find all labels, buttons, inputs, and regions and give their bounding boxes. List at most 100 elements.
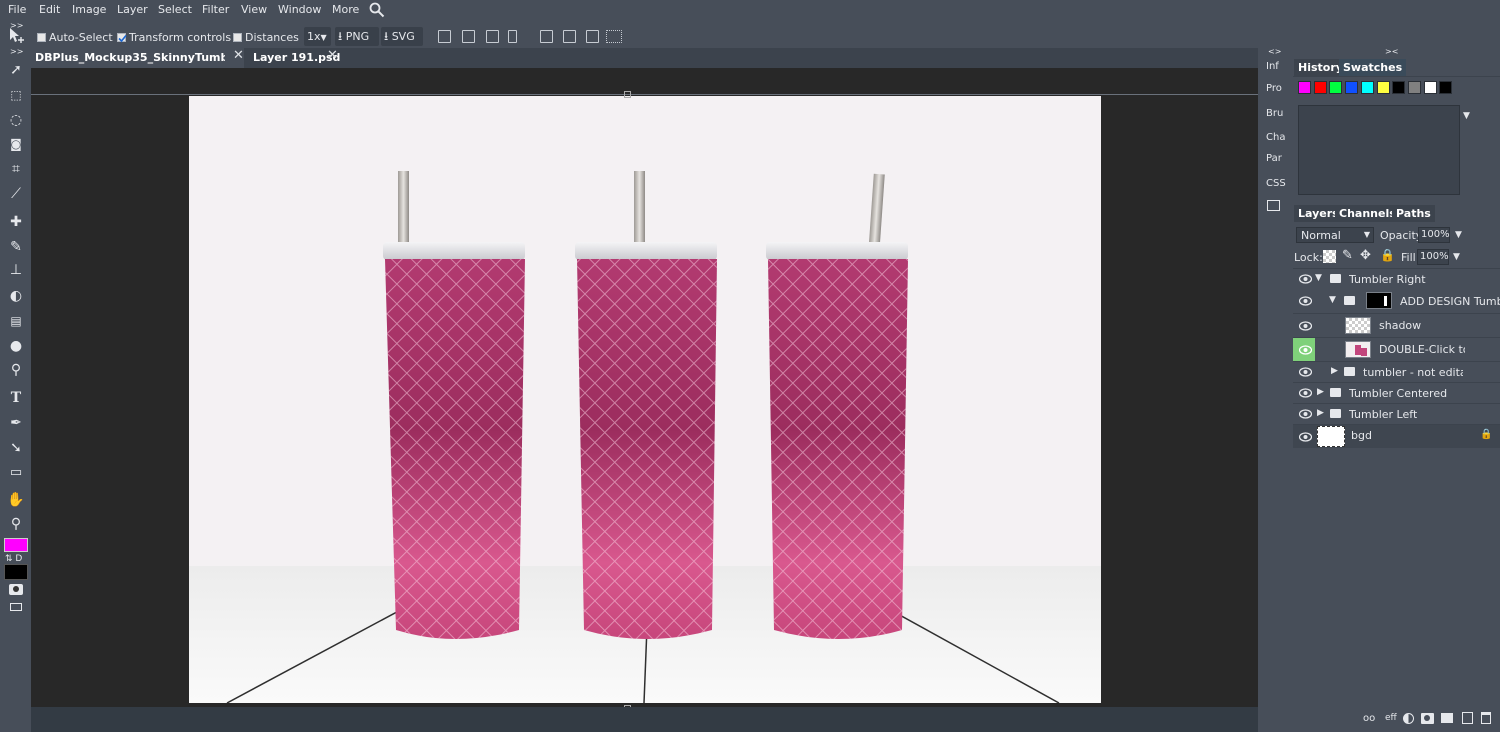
healing-brush-tool-icon[interactable]: ✚ [6, 212, 26, 232]
blur-tool-icon[interactable]: ● [6, 336, 26, 356]
visibility-eye-icon[interactable] [1299, 296, 1312, 306]
color-swatch[interactable] [1313, 81, 1327, 94]
crop-tool-icon[interactable]: ⌗ [6, 159, 26, 179]
color-swatch[interactable] [1376, 81, 1390, 94]
chevron-down-icon[interactable]: ▼ [1455, 230, 1462, 240]
screen-mode-icon[interactable] [10, 603, 22, 611]
align-left-icon[interactable] [438, 30, 451, 43]
close-icon[interactable]: ✕ [233, 48, 244, 63]
distribute-vertical-icon[interactable] [606, 30, 622, 43]
zoom-tool-icon[interactable]: ⚲ [6, 514, 26, 534]
lock-position-icon[interactable]: ✥ [1360, 248, 1371, 263]
chevron-down-icon[interactable]: ▼ [1453, 252, 1460, 262]
quick-mask-icon[interactable] [9, 584, 23, 595]
type-tool-icon[interactable]: T [6, 388, 26, 408]
menu-file[interactable]: File [8, 3, 26, 16]
menu-filter[interactable]: Filter [202, 3, 229, 16]
link-layers-icon[interactable]: oo [1363, 713, 1375, 724]
color-swatch[interactable] [1423, 81, 1437, 94]
lock-transparency-icon[interactable] [1323, 250, 1336, 263]
auto-select-checkbox[interactable] [37, 33, 46, 42]
layer-row[interactable]: ▶ tumbler - not editable [1293, 361, 1500, 382]
marquee-tool-icon[interactable]: ⬚ [6, 85, 26, 105]
blend-mode-select[interactable]: Normal ▼ [1296, 227, 1374, 243]
layer-row[interactable]: ▶ Tumbler Centered [1293, 382, 1500, 403]
close-icon[interactable]: ✕ [327, 48, 338, 63]
background-color-swatch[interactable] [4, 564, 28, 580]
lasso-tool-icon[interactable]: ◌ [6, 110, 26, 130]
lock-pixels-icon[interactable]: ✎ [1342, 248, 1353, 263]
distances-checkbox[interactable] [233, 33, 242, 42]
chevron-right-icon[interactable]: ▶ [1317, 408, 1324, 418]
menu-edit[interactable]: Edit [39, 3, 60, 16]
align-middle-icon[interactable] [563, 30, 576, 43]
chevron-down-icon[interactable]: ▼ [1463, 111, 1470, 121]
tab-mockup[interactable]: DBPlus_Mockup35_SkinnyTumbler_3s [31, 48, 244, 68]
opacity-input[interactable]: 100% [1418, 227, 1450, 243]
visibility-eye-icon[interactable] [1299, 345, 1312, 355]
layer-row[interactable]: DOUBLE-Click to II [1293, 337, 1500, 361]
swap-colors-icon[interactable]: ⇅ D [5, 554, 22, 564]
transform-controls-checkbox[interactable] [117, 33, 127, 43]
history-list[interactable] [1298, 105, 1460, 195]
menu-window[interactable]: Window [278, 3, 321, 16]
color-swatch[interactable] [1392, 81, 1406, 94]
panel-paragraph-button[interactable]: Par [1266, 153, 1282, 164]
lock-all-icon[interactable]: 🔒 [1380, 248, 1395, 262]
panel-properties-button[interactable]: Pro [1266, 83, 1282, 94]
layer-row[interactable]: ▼ Tumbler Right [1293, 269, 1500, 290]
layer-effects-button[interactable]: eff [1385, 713, 1397, 723]
foreground-color-swatch[interactable] [4, 538, 28, 552]
dodge-tool-icon[interactable]: ⚲ [6, 360, 26, 380]
adjustment-layer-icon[interactable] [1403, 713, 1414, 724]
align-top-icon[interactable] [540, 30, 553, 43]
eraser-tool-icon[interactable]: ◐ [6, 286, 26, 306]
visibility-eye-icon[interactable] [1299, 274, 1312, 284]
chevron-right-icon[interactable]: ▶ [1331, 366, 1338, 376]
visibility-eye-icon[interactable] [1299, 432, 1312, 442]
brush-tool-icon[interactable]: ✎ [6, 237, 26, 257]
layer-row[interactable]: bgd 🔒 [1293, 424, 1500, 448]
document-canvas[interactable] [189, 96, 1101, 703]
layer-row[interactable]: ▼ ADD DESIGN Tumbler [1293, 290, 1500, 312]
pen-tool-icon[interactable]: ✒ [6, 413, 26, 433]
align-center-icon[interactable] [462, 30, 475, 43]
rectangle-tool-icon[interactable]: ▭ [6, 463, 26, 483]
collapse-marker[interactable]: >> [10, 47, 23, 56]
magic-wand-tool-icon[interactable]: ◙ [6, 134, 26, 154]
color-swatch[interactable] [1407, 81, 1421, 94]
new-group-icon[interactable] [1441, 713, 1453, 723]
visibility-eye-icon[interactable] [1299, 388, 1312, 398]
panel-info-button[interactable]: Inf [1266, 61, 1279, 72]
chevron-down-icon[interactable]: ▼ [1329, 295, 1336, 305]
visibility-eye-icon[interactable] [1299, 321, 1312, 331]
color-swatch[interactable] [1439, 81, 1453, 94]
tab-swatches[interactable]: Swatches [1339, 59, 1407, 76]
path-select-tool-icon[interactable]: ➘ [6, 438, 26, 458]
color-swatch[interactable] [1360, 81, 1374, 94]
zoom-select[interactable]: 1x▼ [304, 27, 331, 46]
menu-layer[interactable]: Layer [117, 3, 148, 16]
menu-view[interactable]: View [241, 3, 267, 16]
menu-image[interactable]: Image [72, 3, 106, 16]
visibility-eye-icon[interactable] [1299, 367, 1312, 377]
color-swatch[interactable] [1298, 81, 1311, 94]
layer-row[interactable]: ▶ Tumbler Left [1293, 403, 1500, 424]
tab-paths[interactable]: Paths [1392, 205, 1435, 222]
layer-mask-icon[interactable] [1421, 713, 1434, 724]
eyedropper-tool-icon[interactable]: ⟋ [6, 184, 26, 204]
panel-collapse-marker[interactable]: >< [1385, 47, 1398, 56]
distribute-horizontal-icon[interactable] [508, 30, 517, 43]
export-svg-button[interactable]: ⭳ SVG [381, 27, 423, 46]
collapse-marker[interactable]: >> [10, 21, 23, 30]
transform-handle[interactable] [624, 91, 631, 98]
align-right-icon[interactable] [486, 30, 499, 43]
gradient-tool-icon[interactable]: ▤ [6, 311, 26, 331]
hand-tool-icon[interactable]: ✋ [6, 490, 26, 510]
search-icon[interactable] [369, 2, 385, 18]
new-layer-icon[interactable] [1462, 712, 1473, 724]
color-swatch[interactable] [1345, 81, 1359, 94]
menu-more[interactable]: More [332, 3, 359, 16]
align-bottom-icon[interactable] [586, 30, 599, 43]
fill-input[interactable]: 100% [1417, 249, 1449, 265]
